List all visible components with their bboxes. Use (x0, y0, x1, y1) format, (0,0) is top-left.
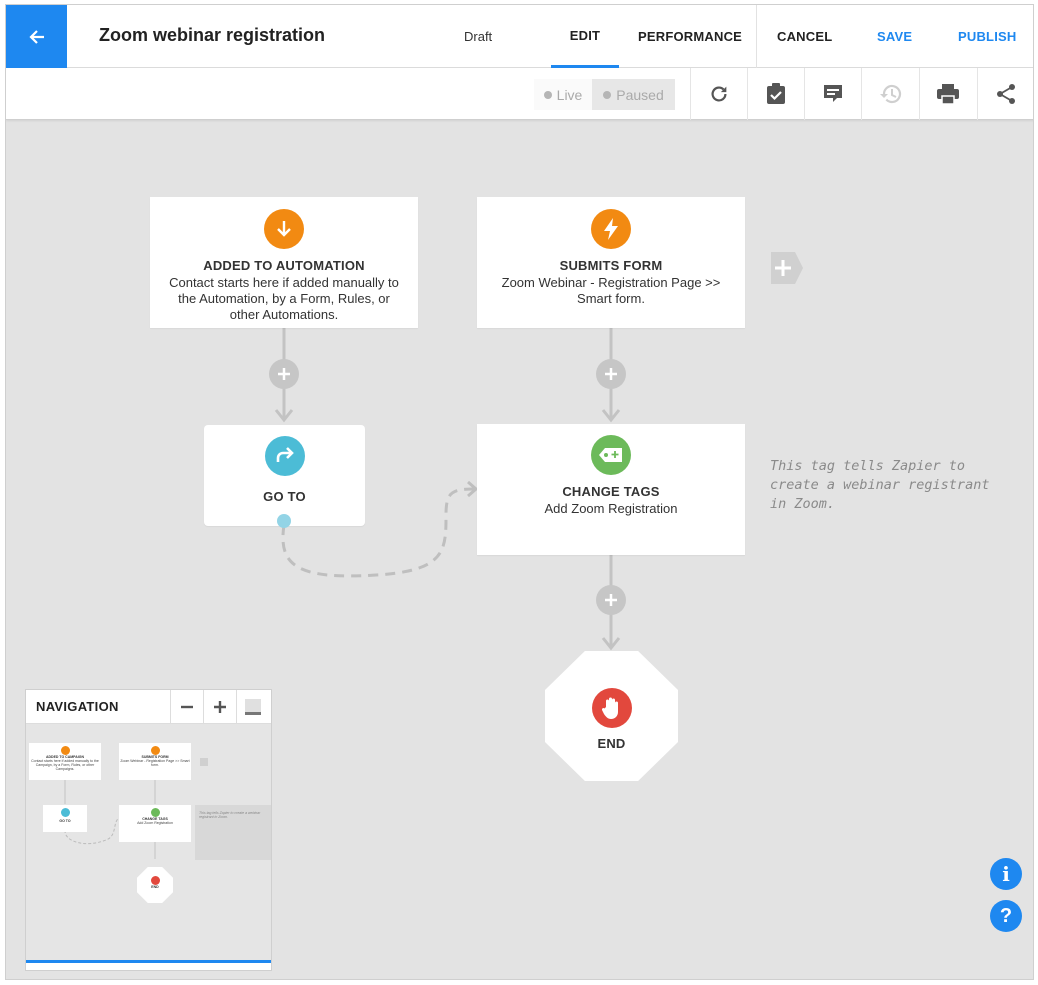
minimap-end-title: END (151, 885, 159, 889)
trigger-1-description: Contact starts here if added manually to… (169, 275, 399, 322)
redirect-icon (264, 436, 305, 476)
add-step-button[interactable] (596, 585, 626, 615)
help-button[interactable]: ? (990, 900, 1022, 932)
minimap-lightning-icon (150, 746, 160, 755)
navigation-title: NAVIGATION (36, 699, 119, 714)
zoom-in-button[interactable] (203, 690, 236, 724)
minimap-add-trigger (200, 758, 208, 766)
trigger-submits-form[interactable]: SUBMITS FORM Zoom Webinar - Registration… (477, 197, 745, 328)
navigation-viewport-bar (26, 960, 271, 963)
tag-icon (591, 435, 631, 475)
minimap-change-tags-description: Add Zoom Registration (137, 821, 173, 825)
plus-icon (605, 594, 617, 606)
lightning-icon (591, 209, 631, 249)
trigger-2-description: Zoom Webinar - Registration Page >> Smar… (501, 275, 721, 306)
add-step-button[interactable] (596, 359, 626, 389)
plus-icon (605, 368, 617, 380)
add-step-button[interactable] (269, 359, 299, 389)
minus-icon (181, 705, 193, 709)
zoom-out-button[interactable] (170, 690, 203, 724)
info-button[interactable]: i (990, 858, 1022, 890)
minimap-trigger-1: ADDED TO CAMPAIGN Contact starts here if… (29, 743, 101, 780)
minimap-trigger-2-description: Zoom Webinar - Registration Page >> Smar… (120, 759, 190, 767)
plus-icon (214, 701, 226, 713)
question-icon: ? (999, 904, 1013, 927)
minimap-goto-title: GO TO (59, 819, 71, 823)
minimap-goto: GO TO (43, 805, 87, 832)
goto-connector-handle[interactable] (277, 514, 291, 528)
end-title: END (597, 736, 626, 751)
change-tags-description: Add Zoom Registration (544, 501, 678, 516)
change-tags-title: CHANGE TAGS (562, 484, 660, 499)
action-change-tags[interactable]: CHANGE TAGS Add Zoom Registration (477, 424, 745, 555)
minimap-trigger-2: SUBMITS FORM Zoom Webinar - Registration… (119, 743, 191, 780)
minimap-stop-hand-icon (150, 876, 160, 885)
plus-icon (278, 368, 290, 380)
trigger-added-to-automation[interactable]: ADDED TO AUTOMATION Contact starts here … (150, 197, 418, 328)
end-node[interactable]: END (545, 651, 678, 781)
minimap-end: END (137, 867, 173, 903)
minimap-redirect-icon (60, 808, 70, 817)
trigger-2-title: SUBMITS FORM (559, 258, 663, 273)
minimap-arrow-down-icon (60, 746, 70, 755)
minimize-icon (245, 699, 261, 715)
minimap-trigger-1-description: Contact starts here if added manually to… (31, 759, 99, 771)
trigger-1-title: ADDED TO AUTOMATION (203, 258, 365, 273)
arrow-down-icon (264, 209, 304, 249)
navigation-header: NAVIGATION (26, 690, 271, 724)
minimap-change-tags: CHANGE TAGS Add Zoom Registration (119, 805, 191, 842)
stop-hand-icon (591, 688, 632, 728)
minimap-tag-icon (150, 808, 160, 817)
navigation-panel: NAVIGATION ADDED TO CAMPAIGN Contact sta… (25, 689, 272, 971)
minimap-note: This tag tells Zapier to create a webina… (195, 805, 271, 860)
action-go-to[interactable]: GO TO (204, 425, 365, 526)
step-note[interactable]: This tag tells Zapier to create a webina… (770, 457, 1010, 514)
minimize-navigation-button[interactable] (236, 690, 269, 724)
info-icon: i (1002, 862, 1010, 886)
goto-title: GO TO (263, 489, 306, 504)
add-trigger-button[interactable] (771, 252, 803, 284)
minimap-note-text: This tag tells Zapier to create a webina… (199, 811, 261, 819)
automation-builder-window: Zoom webinar registration Draft EDIT PER… (5, 4, 1034, 980)
navigation-minimap[interactable]: ADDED TO CAMPAIGN Contact starts here if… (26, 724, 271, 960)
